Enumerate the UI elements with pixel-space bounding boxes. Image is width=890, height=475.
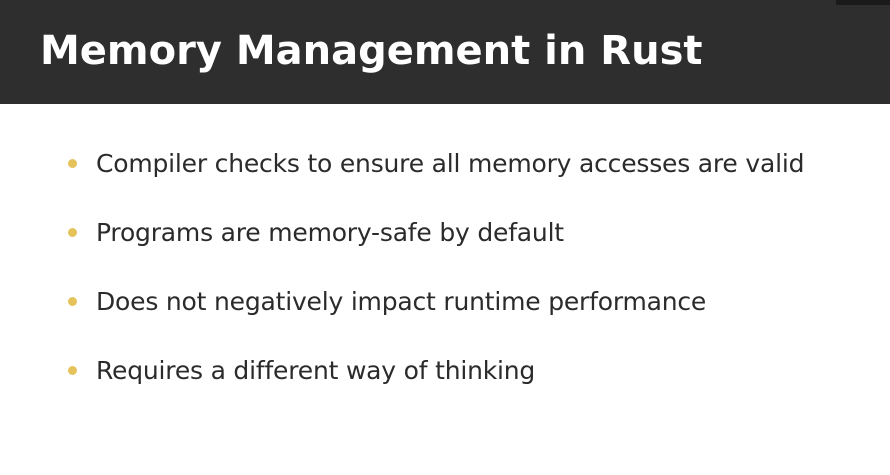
bullet-list: Compiler checks to ensure all memory acc…	[68, 141, 878, 417]
bullet-item: Compiler checks to ensure all memory acc…	[68, 141, 878, 210]
bullet-text: Requires a different way of thinking	[96, 356, 536, 385]
bullet-item: Requires a different way of thinking	[68, 348, 878, 417]
bullet-text: Does not negatively impact runtime perfo…	[96, 287, 707, 316]
title-bar: Memory Management in Rust	[0, 0, 890, 104]
bullet-text: Compiler checks to ensure all memory acc…	[96, 149, 805, 178]
bullet-item: Does not negatively impact runtime perfo…	[68, 279, 878, 348]
bullet-dot-icon	[68, 159, 77, 168]
slide: Memory Management in Rust Compiler check…	[0, 0, 890, 475]
slide-title: Memory Management in Rust	[40, 28, 703, 74]
corner-mark	[836, 0, 890, 5]
bullet-dot-icon	[68, 366, 77, 375]
bullet-dot-icon	[68, 228, 77, 237]
bullet-text: Programs are memory-safe by default	[96, 218, 564, 247]
bullet-dot-icon	[68, 297, 77, 306]
bullet-item: Programs are memory-safe by default	[68, 210, 878, 279]
